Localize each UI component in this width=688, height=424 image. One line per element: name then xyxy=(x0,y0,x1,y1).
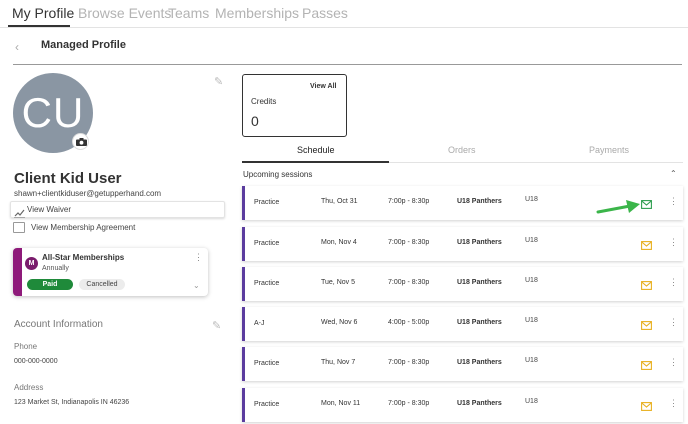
mail-icon[interactable] xyxy=(641,317,652,335)
membership-card[interactable]: M All-Star Memberships Annually ⋮ Paid C… xyxy=(13,248,208,296)
credits-view-all-link[interactable]: View All xyxy=(310,83,336,90)
address-label: Address xyxy=(14,383,44,392)
edit-profile-pencil-icon[interactable]: ✎ xyxy=(214,75,223,88)
account-information-title: Account Information xyxy=(14,319,103,330)
edit-account-pencil-icon[interactable]: ✎ xyxy=(212,319,221,332)
session-time: 4:00p - 5:00p xyxy=(388,319,430,326)
header-divider xyxy=(13,64,682,65)
session-age-group: U18 xyxy=(525,357,538,364)
session-team: U18 Panthers xyxy=(457,359,502,366)
address-value: 123 Market St, Indianapolis IN 46236 xyxy=(14,399,130,406)
session-date: Thu, Nov 7 xyxy=(321,359,356,366)
agreement-document-icon xyxy=(13,222,25,233)
session-age-group: U18 xyxy=(525,398,538,405)
session-type: A-J xyxy=(254,320,265,327)
session-time: 7:00p - 8:30p xyxy=(388,239,430,246)
session-age-group: U18 xyxy=(525,317,538,324)
upcoming-sessions-label: Upcoming sessions xyxy=(243,170,313,179)
more-vert-icon[interactable]: ⋮ xyxy=(669,196,678,207)
tab-memberships[interactable]: Memberships xyxy=(215,5,299,21)
tab-browse-events[interactable]: Browse Events xyxy=(78,5,171,21)
tab-my-profile[interactable]: My Profile xyxy=(12,5,74,21)
phone-value: 000-000-0000 xyxy=(14,358,58,365)
status-badge-cancelled: Cancelled xyxy=(79,279,125,290)
session-time: 7:00p - 8:30p xyxy=(388,198,430,205)
session-date: Wed, Nov 6 xyxy=(321,319,358,326)
session-row[interactable]: Practice Thu, Nov 7 7:00p - 8:30p U18 Panth… xyxy=(242,347,683,381)
view-waiver-button[interactable]: View Waiver xyxy=(10,201,225,218)
session-type: Practice xyxy=(254,401,280,408)
more-vert-icon[interactable]: ⋮ xyxy=(194,252,203,263)
credits-card: View All Credits 0 xyxy=(242,74,347,137)
mail-icon[interactable] xyxy=(641,357,652,375)
session-type: Practice xyxy=(254,199,280,206)
active-tab-indicator xyxy=(8,25,70,27)
membership-frequency: Annually xyxy=(42,265,69,272)
phone-label: Phone xyxy=(14,342,38,351)
tab-payments[interactable]: Payments xyxy=(589,145,629,155)
more-vert-icon[interactable]: ⋮ xyxy=(669,317,678,328)
session-team: U18 Panthers xyxy=(457,239,502,246)
session-date: Mon, Nov 11 xyxy=(321,400,361,407)
session-age-group: U18 xyxy=(525,277,538,284)
session-age-group: U18 xyxy=(525,237,538,244)
chevron-down-icon[interactable]: ⌄ xyxy=(193,281,200,290)
session-date: Thu, Oct 31 xyxy=(321,198,358,205)
top-nav-tabs: My Profile Browse Events Teams Membershi… xyxy=(0,0,688,28)
session-age-group: U18 xyxy=(525,196,538,203)
session-row[interactable]: Practice Mon, Nov 11 7:00p - 8:30p U18 Pant… xyxy=(242,388,683,422)
tab-schedule[interactable]: Schedule xyxy=(297,145,335,155)
client-name: Client Kid User xyxy=(14,170,122,187)
membership-accent-bar xyxy=(13,248,22,296)
session-team: U18 Panthers xyxy=(457,400,502,407)
mail-icon[interactable] xyxy=(641,196,652,214)
upcoming-sessions-header[interactable]: Upcoming sessions ⌃ xyxy=(242,164,683,183)
session-type: Practice xyxy=(254,240,280,247)
mail-icon[interactable] xyxy=(641,237,652,255)
client-email: shawn+clientkiduser@getupperhand.com xyxy=(14,189,162,198)
more-vert-icon[interactable]: ⋮ xyxy=(669,357,678,368)
session-time: 7:00p - 8:30p xyxy=(388,400,430,407)
credits-label: Credits xyxy=(251,97,277,106)
tab-orders[interactable]: Orders xyxy=(448,145,476,155)
signature-icon xyxy=(14,205,25,223)
tab-passes[interactable]: Passes xyxy=(302,5,348,21)
session-time: 7:00p - 8:30p xyxy=(388,279,430,286)
session-row[interactable]: A-J Wed, Nov 6 4:00p - 5:00p U18 Panthers U1… xyxy=(242,307,683,341)
session-type: Practice xyxy=(254,360,280,367)
mail-icon[interactable] xyxy=(641,398,652,416)
tab-teams[interactable]: Teams xyxy=(168,5,209,21)
session-row[interactable]: Practice Tue, Nov 5 7:00p - 8:30p U18 Panth… xyxy=(242,267,683,301)
more-vert-icon[interactable]: ⋮ xyxy=(669,237,678,248)
view-waiver-label: View Waiver xyxy=(27,205,72,214)
session-team: U18 Panthers xyxy=(457,198,502,205)
mail-icon[interactable] xyxy=(641,277,652,295)
session-time: 7:00p - 8:30p xyxy=(388,359,430,366)
session-date: Mon, Nov 4 xyxy=(321,239,357,246)
chevron-left-icon[interactable]: ‹ xyxy=(15,40,19,54)
view-membership-agreement-link[interactable]: View Membership Agreement xyxy=(31,223,135,232)
annotation-arrow-icon xyxy=(596,200,640,214)
credits-value: 0 xyxy=(251,113,259,129)
membership-title: All-Star Memberships xyxy=(42,253,125,262)
more-vert-icon[interactable]: ⋮ xyxy=(669,398,678,409)
membership-logo: M xyxy=(25,257,38,270)
session-team: U18 Panthers xyxy=(457,279,502,286)
session-date: Tue, Nov 5 xyxy=(321,279,355,286)
chevron-up-icon[interactable]: ⌃ xyxy=(670,169,677,178)
schedule-active-tab-indicator xyxy=(242,161,389,163)
session-team: U18 Panthers xyxy=(457,319,502,326)
camera-icon[interactable] xyxy=(72,133,89,150)
more-vert-icon[interactable]: ⋮ xyxy=(669,277,678,288)
session-type: Practice xyxy=(254,280,280,287)
status-badge-paid: Paid xyxy=(27,279,73,290)
session-row[interactable]: Practice Mon, Nov 4 7:00p - 8:30p U18 Panth… xyxy=(242,227,683,261)
page-title: Managed Profile xyxy=(41,39,126,51)
